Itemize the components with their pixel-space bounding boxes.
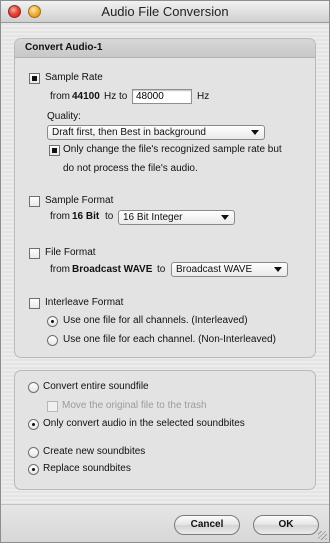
file-format-to-word: to bbox=[157, 264, 166, 275]
file-format-from-prefix: from bbox=[50, 264, 70, 275]
sample-format-from-prefix: from bbox=[50, 211, 70, 222]
sample-rate-target-field[interactable] bbox=[132, 89, 192, 104]
only-change-rate-label-line2: do not process the file's audio. bbox=[63, 163, 198, 174]
sample-format-from-value: 16 Bit bbox=[72, 211, 100, 222]
sample-format-popup-value: 16 Bit Integer bbox=[123, 212, 183, 223]
interleave-format-label: Interleave Format bbox=[45, 297, 124, 308]
create-soundbites-label: Create new soundbites bbox=[43, 446, 146, 457]
only-change-rate-checkbox[interactable] bbox=[49, 145, 60, 156]
file-format-popup[interactable]: Broadcast WAVE bbox=[171, 262, 288, 277]
quality-popup-value: Draft first, then Best in background bbox=[52, 127, 206, 138]
title-bar[interactable]: Audio File Conversion bbox=[1, 1, 329, 23]
sample-format-label: Sample Format bbox=[45, 195, 114, 206]
audio-file-conversion-dialog: Audio File Conversion Convert Audio-1 Sa… bbox=[0, 0, 330, 543]
file-format-from-value: Broadcast WAVE bbox=[72, 264, 153, 275]
sample-format-popup[interactable]: 16 Bit Integer bbox=[118, 210, 235, 225]
sample-rate-checkbox[interactable] bbox=[29, 73, 40, 84]
sample-rate-label: Sample Rate bbox=[45, 72, 103, 83]
sample-rate-from-value: 44100 bbox=[72, 91, 100, 102]
sample-rate-target-unit: Hz bbox=[197, 91, 210, 102]
only-selected-radio[interactable] bbox=[28, 419, 39, 430]
window-title: Audio File Conversion bbox=[101, 4, 229, 19]
file-format-label: File Format bbox=[45, 247, 96, 258]
quality-popup[interactable]: Draft first, then Best in background bbox=[47, 125, 265, 140]
panel-title: Convert Audio-1 bbox=[25, 42, 103, 53]
panel-header: Convert Audio-1 bbox=[15, 39, 315, 58]
resize-grip-icon[interactable] bbox=[318, 531, 327, 540]
interleaved-label: Use one file for all channels. (Interlea… bbox=[63, 315, 248, 326]
quality-label: Quality: bbox=[47, 111, 81, 122]
move-original-checkbox[interactable] bbox=[47, 401, 58, 412]
only-change-rate-label-line1: Only change the file's recognized sample… bbox=[63, 144, 282, 155]
replace-soundbites-radio[interactable] bbox=[28, 464, 39, 475]
interleaved-radio[interactable] bbox=[47, 316, 58, 327]
sample-format-to-word: to bbox=[105, 211, 114, 222]
cancel-button[interactable]: Cancel bbox=[174, 515, 240, 535]
chevron-down-icon bbox=[251, 130, 259, 135]
create-soundbites-radio[interactable] bbox=[28, 447, 39, 458]
interleave-format-checkbox[interactable] bbox=[29, 298, 40, 309]
ok-button[interactable]: OK bbox=[253, 515, 319, 535]
convert-entire-label: Convert entire soundfile bbox=[43, 381, 149, 392]
file-format-popup-value: Broadcast WAVE bbox=[176, 264, 253, 275]
chevron-down-icon bbox=[221, 215, 229, 220]
sample-format-checkbox[interactable] bbox=[29, 196, 40, 207]
replace-soundbites-label: Replace soundbites bbox=[43, 463, 131, 474]
chevron-down-icon bbox=[274, 267, 282, 272]
move-original-label: Move the original file to the trash bbox=[62, 400, 207, 411]
non-interleaved-label: Use one file for each channel. (Non-Inte… bbox=[63, 334, 276, 345]
file-format-checkbox[interactable] bbox=[29, 248, 40, 259]
sample-rate-from-prefix: from bbox=[50, 91, 70, 102]
button-bar: Cancel OK bbox=[1, 504, 329, 542]
scope-panel: Convert entire soundfile Move the origin… bbox=[14, 370, 316, 490]
sample-rate-hz-to: Hz to bbox=[104, 91, 128, 102]
non-interleaved-radio[interactable] bbox=[47, 335, 58, 346]
only-selected-label: Only convert audio in the selected sound… bbox=[43, 418, 245, 429]
convert-settings-panel: Convert Audio-1 Sample Rate from 44100 H… bbox=[14, 38, 316, 358]
convert-entire-radio[interactable] bbox=[28, 382, 39, 393]
